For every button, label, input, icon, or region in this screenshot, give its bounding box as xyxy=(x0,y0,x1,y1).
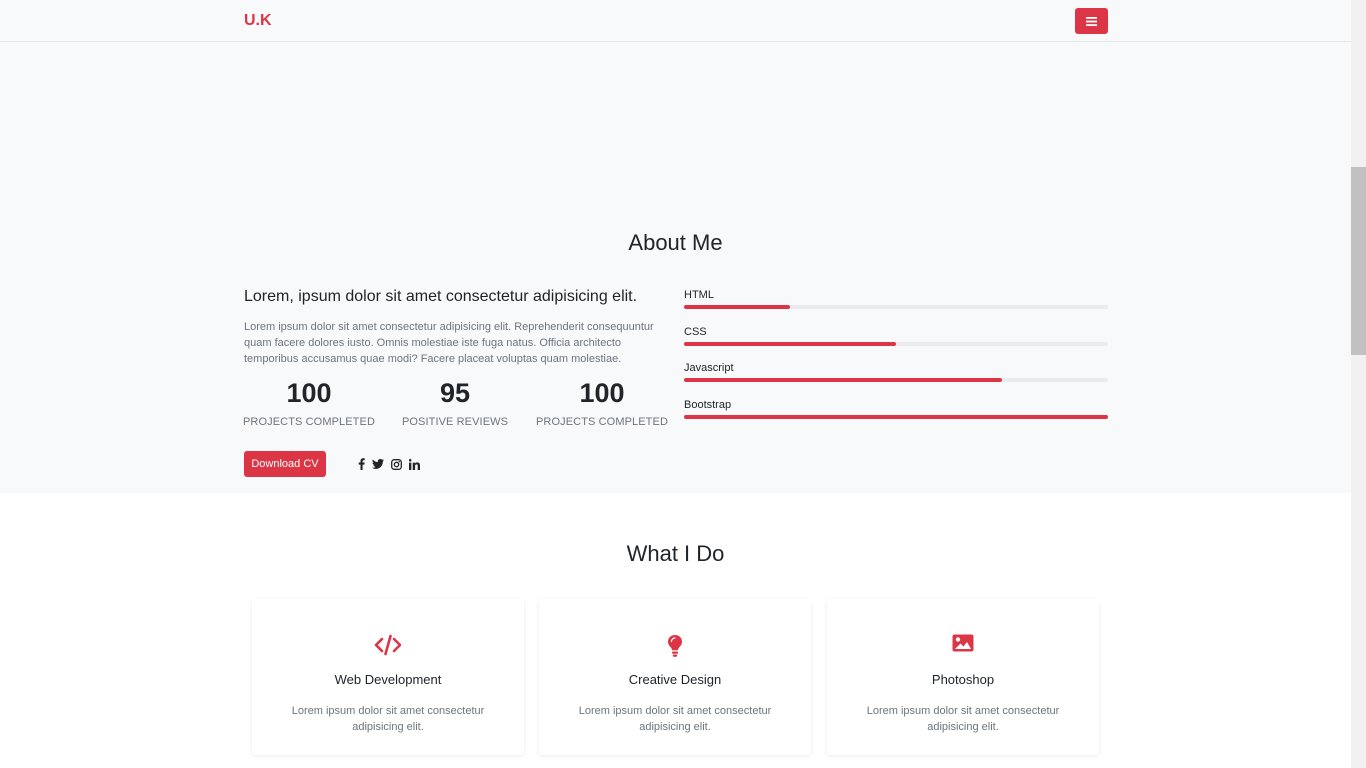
skill-javascript: Javascript xyxy=(684,361,1108,382)
facebook-icon[interactable] xyxy=(354,457,368,471)
skill-progress-track xyxy=(684,415,1108,419)
skill-name: CSS xyxy=(684,326,707,338)
stat-projects-completed: 100 PROJECTS COMPLETED xyxy=(236,375,382,428)
stat-value: 100 xyxy=(579,378,625,408)
lightbulb-icon xyxy=(667,634,683,663)
navbar: U.K xyxy=(0,0,1351,42)
skill-progress-track xyxy=(684,305,1108,309)
brand-logo[interactable]: U.K xyxy=(244,12,272,30)
skill-progress-track xyxy=(684,342,1108,346)
stat-value: 100 xyxy=(286,378,332,408)
about-section: About Me Lorem, ipsum dolor sit amet con… xyxy=(0,42,1351,493)
skill-bootstrap: Bootstrap xyxy=(684,398,1108,419)
skill-progress-fill xyxy=(684,342,896,346)
skill-name: Bootstrap xyxy=(684,399,732,411)
twitter-icon[interactable] xyxy=(371,457,385,471)
skill-progress-fill xyxy=(684,378,1002,382)
service-title: Web Development xyxy=(334,672,442,687)
skill-progress-fill xyxy=(684,305,790,309)
service-text: Lorem ipsum dolor sit amet consectetur a… xyxy=(291,705,485,733)
about-heading: Lorem, ipsum dolor sit amet consectetur … xyxy=(244,288,638,305)
about-title: About Me xyxy=(628,230,723,255)
hamburger-icon xyxy=(1086,14,1097,29)
download-cv-button[interactable]: Download CV xyxy=(244,451,326,477)
services-title: What I Do xyxy=(626,541,725,566)
stat-value: 95 xyxy=(439,378,471,408)
service-card-photoshop: Photoshop Lorem ipsum dolor sit amet con… xyxy=(827,599,1099,755)
code-icon xyxy=(374,634,402,661)
skill-progress-track xyxy=(684,378,1108,382)
stat-label: PROJECTS COMPLETED xyxy=(536,416,668,428)
stat-label: PROJECTS COMPLETED xyxy=(243,416,375,428)
page-scrollbar[interactable] xyxy=(1351,0,1366,768)
service-text: Lorem ipsum dolor sit amet consectetur a… xyxy=(866,705,1060,733)
page: U.K About Me Lorem, ipsum dolor sit amet… xyxy=(0,0,1351,768)
skill-html: HTML xyxy=(684,288,1108,309)
services-section: What I Do Web Development Lorem ipsum do… xyxy=(0,493,1351,768)
service-card-creative-design: Creative Design Lorem ipsum dolor sit am… xyxy=(539,599,811,755)
skill-progress-fill xyxy=(684,415,1108,419)
scrollbar-thumb[interactable] xyxy=(1351,167,1366,355)
skill-name: HTML xyxy=(684,289,714,301)
service-title: Creative Design xyxy=(628,672,722,687)
stat-projects-completed-2: 100 PROJECTS COMPLETED xyxy=(529,375,675,428)
image-icon xyxy=(952,634,974,657)
service-title: Photoshop xyxy=(931,672,995,687)
instagram-icon[interactable] xyxy=(389,457,403,471)
stat-label: POSITIVE REVIEWS xyxy=(401,416,509,428)
service-text: Lorem ipsum dolor sit amet consectetur a… xyxy=(578,705,772,733)
linkedin-icon[interactable] xyxy=(407,457,421,471)
skill-name: Javascript xyxy=(684,362,734,374)
about-text: Lorem ipsum dolor sit amet consectetur a… xyxy=(244,321,654,365)
stat-positive-reviews: 95 POSITIVE REVIEWS xyxy=(382,375,528,428)
menu-toggle-button[interactable] xyxy=(1075,8,1108,34)
service-card-web-development: Web Development Lorem ipsum dolor sit am… xyxy=(252,599,524,755)
skill-css: CSS xyxy=(684,325,1108,346)
